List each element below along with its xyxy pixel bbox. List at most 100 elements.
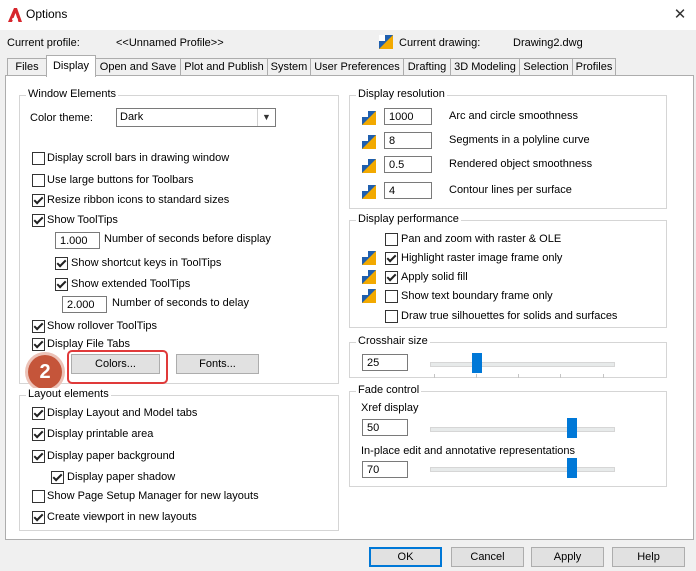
text-boundary-label: Show text boundary frame only	[401, 290, 553, 302]
page-setup-manager-label: Show Page Setup Manager for new layouts	[47, 490, 259, 502]
slider-tick	[518, 374, 519, 378]
display-resolution-title: Display resolution	[356, 88, 447, 100]
resize-ribbon-checkbox[interactable]	[32, 194, 45, 207]
current-drawing-label: Current drawing:	[399, 37, 481, 49]
create-viewport-label: Create viewport in new layouts	[47, 511, 197, 523]
inplace-edit-input[interactable]: 70	[362, 461, 408, 478]
paper-background-label: Display paper background	[47, 450, 175, 462]
chevron-down-icon: ▼	[257, 109, 275, 126]
pan-zoom-raster-checkbox[interactable]	[385, 233, 398, 246]
cancel-button[interactable]: Cancel	[451, 547, 524, 567]
slider-tick	[560, 374, 561, 378]
tab-display[interactable]: Display	[46, 55, 96, 77]
text-boundary-checkbox[interactable]	[385, 290, 398, 303]
inplace-edit-label: In-place edit and annotative representat…	[361, 445, 576, 457]
extended-delay-input[interactable]: 2.000	[62, 296, 107, 313]
true-silhouettes-checkbox[interactable]	[385, 310, 398, 323]
drawing-file-icon	[379, 35, 393, 49]
color-theme-label: Color theme:	[30, 112, 93, 124]
extended-tooltips-checkbox[interactable]	[55, 278, 68, 291]
help-button[interactable]: Help	[612, 547, 685, 567]
tab-drafting[interactable]: Drafting	[403, 58, 451, 76]
apply-button[interactable]: Apply	[531, 547, 604, 567]
paper-shadow-checkbox[interactable]	[51, 471, 64, 484]
rendered-smoothness-input[interactable]: 0.5	[384, 156, 432, 173]
crosshair-size-title: Crosshair size	[356, 335, 430, 347]
color-theme-select[interactable]: Dark ▼	[116, 108, 276, 127]
window-title: Options	[26, 7, 68, 21]
tab-selection[interactable]: Selection	[519, 58, 573, 76]
arc-smoothness-input[interactable]: 1000	[384, 108, 432, 125]
large-buttons-checkbox[interactable]	[32, 174, 45, 187]
page-setup-manager-checkbox[interactable]	[32, 490, 45, 503]
current-drawing-value: Drawing2.dwg	[513, 37, 583, 49]
close-icon[interactable]: ✕	[670, 5, 690, 25]
slider-tick	[603, 374, 604, 378]
tooltip-delay-input[interactable]: 1.000	[55, 232, 100, 249]
contour-lines-input[interactable]: 4	[384, 182, 432, 199]
show-tooltips-label: Show ToolTips	[47, 214, 118, 226]
tab-files[interactable]: Files	[7, 58, 47, 76]
printable-area-checkbox[interactable]	[32, 428, 45, 441]
paper-shadow-label: Display paper shadow	[67, 471, 176, 483]
fonts-button[interactable]: Fonts...	[176, 354, 259, 374]
xref-fade-slider-thumb[interactable]	[567, 418, 577, 438]
extended-delay-label: Number of seconds to delay	[112, 297, 249, 309]
tab-plot-and-publish[interactable]: Plot and Publish	[180, 58, 268, 76]
color-theme-value: Dark	[120, 111, 144, 123]
current-profile-value: <<Unnamed Profile>>	[116, 37, 224, 49]
apply-solid-fill-label: Apply solid fill	[401, 271, 468, 283]
xref-fade-slider-track[interactable]	[430, 427, 615, 432]
shortcut-keys-label: Show shortcut keys in ToolTips	[71, 257, 222, 269]
slider-tick	[434, 374, 435, 378]
scroll-bars-label: Display scroll bars in drawing window	[47, 152, 230, 164]
tooltip-delay-label: Number of seconds before display	[104, 233, 271, 245]
inplace-fade-slider-thumb[interactable]	[567, 458, 577, 478]
apply-solid-fill-checkbox[interactable]	[385, 271, 398, 284]
tab-user-preferences[interactable]: User Preferences	[310, 58, 404, 76]
current-profile-label: Current profile:	[7, 37, 80, 49]
rollover-tooltips-checkbox[interactable]	[32, 320, 45, 333]
window-elements-title: Window Elements	[26, 88, 119, 100]
file-tabs-checkbox[interactable]	[32, 338, 45, 351]
slider-tick	[476, 374, 477, 378]
fade-control-title: Fade control	[356, 384, 422, 396]
drawing-setting-icon	[362, 289, 376, 303]
printable-area-label: Display printable area	[47, 428, 154, 440]
xref-display-label: Xref display	[361, 402, 419, 414]
drawing-setting-icon	[362, 251, 376, 265]
crosshair-size-slider-track[interactable]	[430, 362, 615, 367]
layout-model-tabs-checkbox[interactable]	[32, 407, 45, 420]
crosshair-size-input[interactable]: 25	[362, 354, 408, 371]
tab-system[interactable]: System	[267, 58, 311, 76]
drawing-setting-icon	[362, 270, 376, 284]
create-viewport-checkbox[interactable]	[32, 511, 45, 524]
highlight-raster-checkbox[interactable]	[385, 252, 398, 265]
drawing-setting-icon	[362, 159, 376, 173]
large-buttons-label: Use large buttons for Toolbars	[47, 174, 194, 186]
resize-ribbon-label: Resize ribbon icons to standard sizes	[47, 194, 230, 206]
tab-open-and-save[interactable]: Open and Save	[95, 58, 181, 76]
autocad-logo-icon	[8, 8, 22, 22]
show-tooltips-checkbox[interactable]	[32, 214, 45, 227]
paper-background-checkbox[interactable]	[32, 450, 45, 463]
shortcut-keys-checkbox[interactable]	[55, 257, 68, 270]
tab-profiles[interactable]: Profiles	[572, 58, 616, 76]
rendered-smoothness-label: Rendered object smoothness	[449, 158, 593, 170]
contour-lines-label: Contour lines per surface	[449, 184, 572, 196]
polyline-segments-input[interactable]: 8	[384, 132, 432, 149]
drawing-setting-icon	[362, 185, 376, 199]
tab-3d-modeling[interactable]: 3D Modeling	[450, 58, 520, 76]
colors-highlight-ring	[67, 350, 168, 384]
pan-zoom-raster-label: Pan and zoom with raster & OLE	[401, 233, 562, 245]
xref-display-input[interactable]: 50	[362, 419, 408, 436]
display-performance-title: Display performance	[356, 213, 461, 225]
true-silhouettes-label: Draw true silhouettes for solids and sur…	[401, 310, 618, 322]
scroll-bars-checkbox[interactable]	[32, 152, 45, 165]
title-bar: Options ✕	[0, 0, 696, 30]
drawing-setting-icon	[362, 111, 376, 125]
rollover-tooltips-label: Show rollover ToolTips	[47, 320, 158, 332]
crosshair-size-slider-thumb[interactable]	[472, 353, 482, 373]
inplace-fade-slider-track[interactable]	[430, 467, 615, 472]
ok-button[interactable]: OK	[369, 547, 442, 567]
